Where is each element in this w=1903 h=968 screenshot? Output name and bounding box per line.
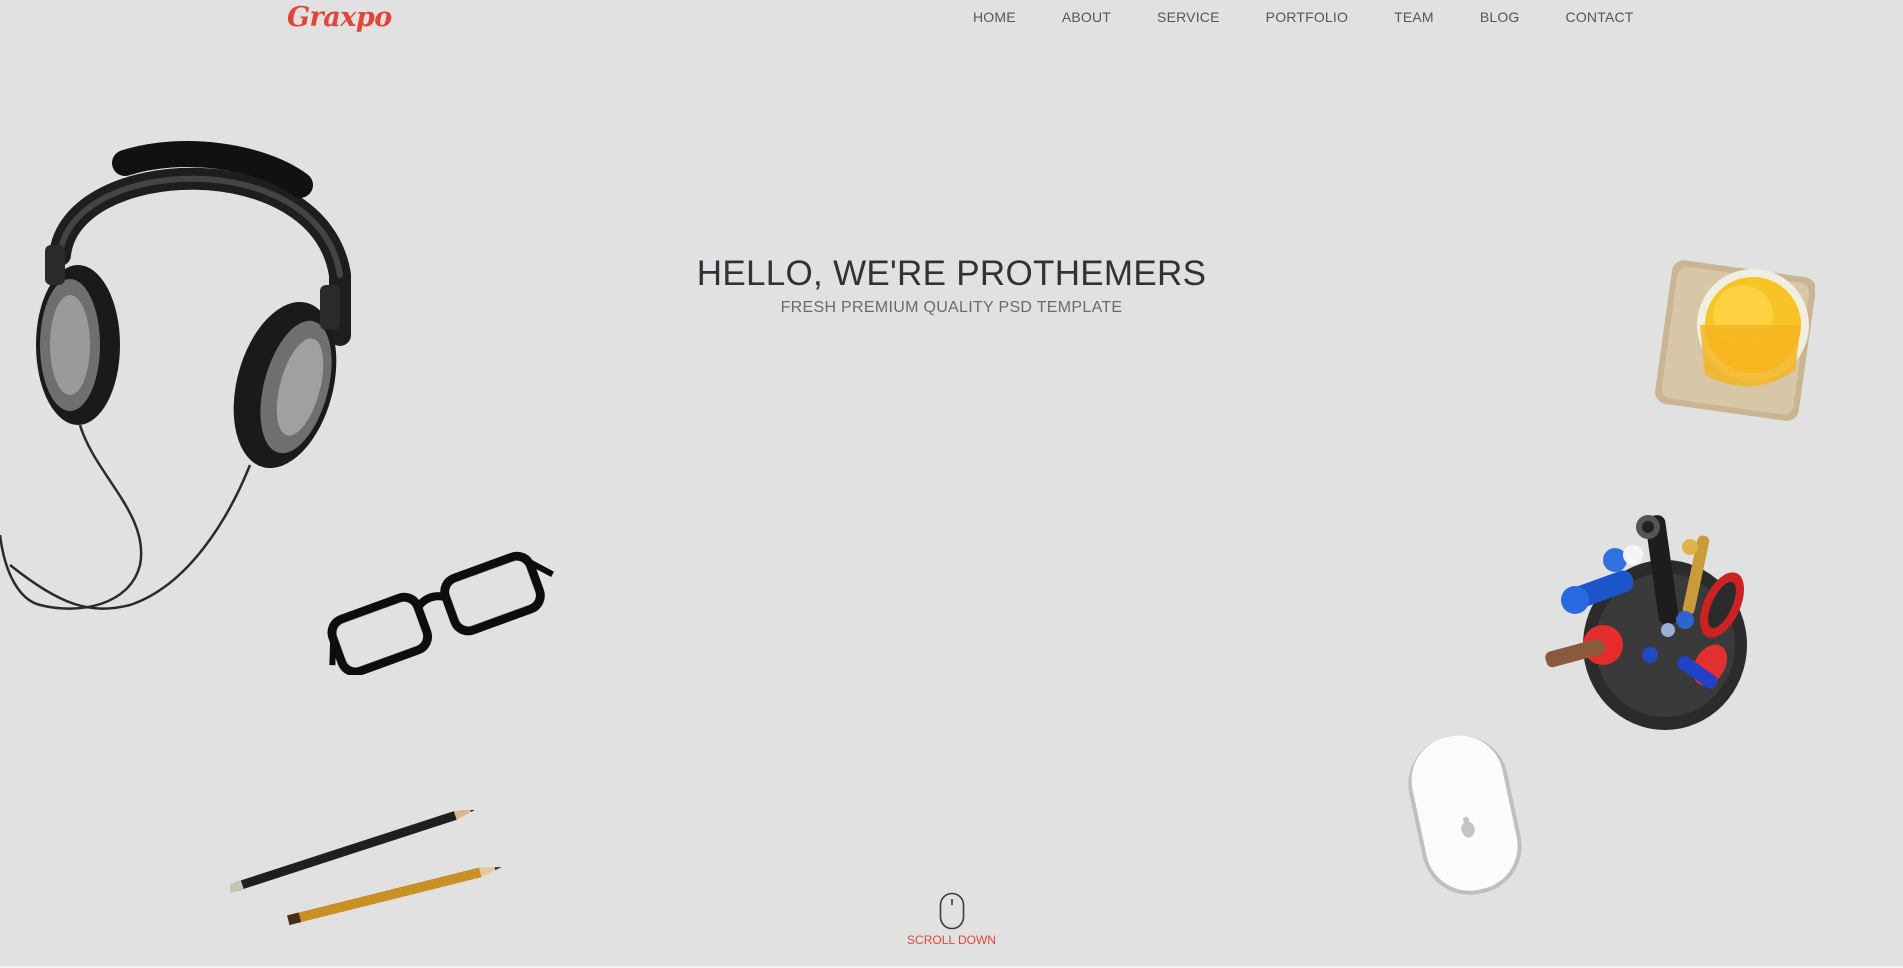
scroll-down-label[interactable]: SCROLL DOWN [0, 933, 1903, 947]
nav-item-team[interactable]: TEAM [1394, 9, 1434, 25]
scroll-down-button[interactable] [0, 892, 1903, 935]
headphones-image [0, 141, 351, 610]
eyeglasses-image [327, 551, 555, 675]
nav-item-home[interactable]: HOME [973, 9, 1016, 25]
computer-mouse-image [1408, 735, 1522, 895]
main-navigation: HOME ABOUT SERVICE PORTFOLIO TEAM BLOG C… [973, 9, 1634, 25]
hero-subtitle: FRESH PREMIUM QUALITY PSD TEMPLATE [780, 299, 1123, 316]
brand-logo[interactable]: Graxpo [287, 2, 392, 33]
nav-item-contact[interactable]: CONTACT [1566, 9, 1634, 25]
mouse-icon [939, 892, 964, 930]
nav-item-about[interactable]: ABOUT [1062, 9, 1111, 25]
hero-title: HELLO, WE'RE PROTHEMERS [696, 254, 1207, 293]
pen-holder-image [1545, 515, 1747, 730]
nav-item-blog[interactable]: BLOG [1480, 9, 1520, 25]
nav-item-service[interactable]: SERVICE [1157, 9, 1220, 25]
hero-page: Graxpo HOME ABOUT SERVICE PORTFOLIO TEAM… [0, 0, 1903, 968]
nav-item-portfolio[interactable]: PORTFOLIO [1266, 9, 1348, 25]
